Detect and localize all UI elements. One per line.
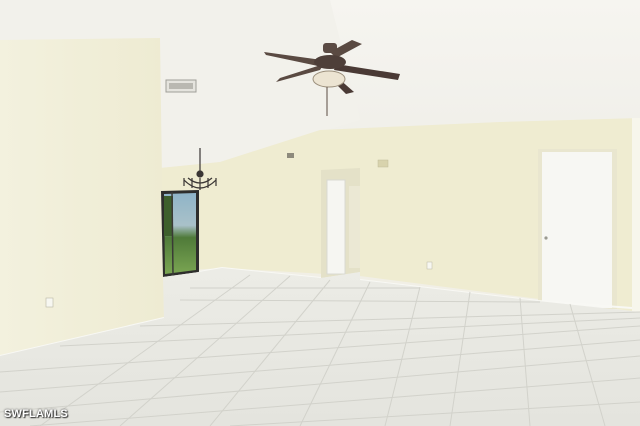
fan-light	[312, 70, 346, 88]
room-scene	[0, 0, 640, 426]
door-frame-divider	[171, 191, 174, 276]
outlet	[426, 261, 433, 270]
closet-door	[542, 152, 612, 308]
right-wall-edge	[632, 118, 640, 314]
wall-vent	[287, 153, 294, 158]
outlet	[45, 297, 54, 308]
hallway-door	[326, 179, 346, 275]
left-wall	[0, 38, 164, 356]
hallway-far-wall	[349, 186, 360, 268]
watermark: SWFLAMLS	[4, 408, 68, 420]
door-knob	[544, 236, 548, 240]
thermostat	[377, 159, 389, 168]
ceiling-vent-slats	[169, 83, 193, 89]
room-photo: SWFLAMLS	[0, 0, 640, 426]
